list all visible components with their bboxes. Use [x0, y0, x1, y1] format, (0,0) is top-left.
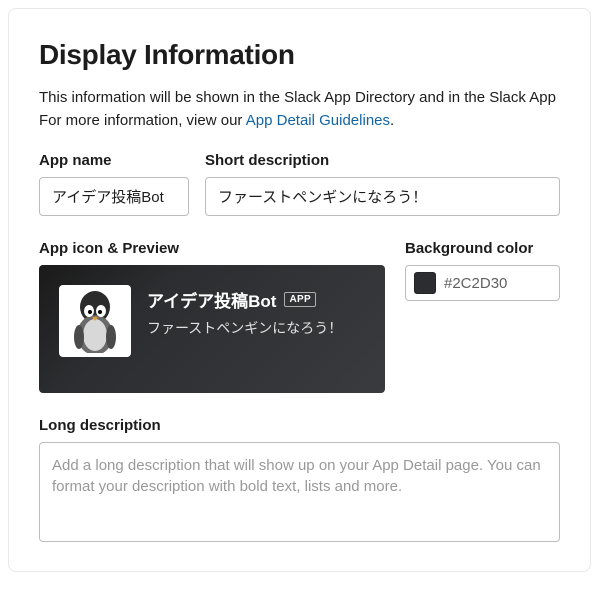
long-desc-section: Long description — [39, 417, 560, 547]
app-avatar[interactable] — [59, 285, 131, 357]
preview-text: アイデア投稿Bot APP ファーストペンギンになろう！ — [147, 285, 342, 339]
app-name-input[interactable] — [39, 177, 189, 216]
penguin-icon — [67, 289, 123, 353]
long-desc-textarea[interactable] — [39, 442, 560, 542]
short-desc-label: Short description — [205, 152, 560, 169]
short-desc-input[interactable] — [205, 177, 560, 216]
page-title: Display Information — [39, 39, 560, 71]
preview-label: App icon & Preview — [39, 240, 385, 257]
bgcolor-value: #2C2D30 — [444, 275, 507, 292]
name-desc-row: App name Short description — [39, 152, 560, 216]
bgcolor-label: Background color — [405, 240, 560, 257]
preview-title-row: アイデア投稿Bot APP — [147, 287, 342, 312]
intro-line2-prefix: For more information, view our — [39, 112, 246, 129]
bgcolor-input[interactable]: #2C2D30 — [405, 265, 560, 301]
bgcolor-section: Background color #2C2D30 — [405, 240, 560, 393]
preview-title: アイデア投稿Bot — [147, 287, 276, 312]
intro-line2-suffix: . — [390, 112, 394, 129]
display-information-card: Display Information This information wil… — [8, 8, 591, 572]
app-badge: APP — [284, 292, 315, 307]
intro-line1: This information will be shown in the Sl… — [39, 89, 556, 106]
preview-section: App icon & Preview — [39, 240, 385, 393]
preview-bgcolor-row: App icon & Preview — [39, 240, 560, 393]
preview-desc: ファーストペンギンになろう！ — [147, 318, 342, 339]
app-name-field: App name — [39, 152, 189, 216]
preview-box: アイデア投稿Bot APP ファーストペンギンになろう！ — [39, 265, 385, 393]
intro-text: This information will be shown in the Sl… — [39, 87, 560, 132]
long-desc-label: Long description — [39, 417, 560, 434]
app-name-label: App name — [39, 152, 189, 169]
color-swatch — [414, 272, 436, 294]
guidelines-link[interactable]: App Detail Guidelines — [246, 112, 390, 129]
short-desc-field: Short description — [205, 152, 560, 216]
